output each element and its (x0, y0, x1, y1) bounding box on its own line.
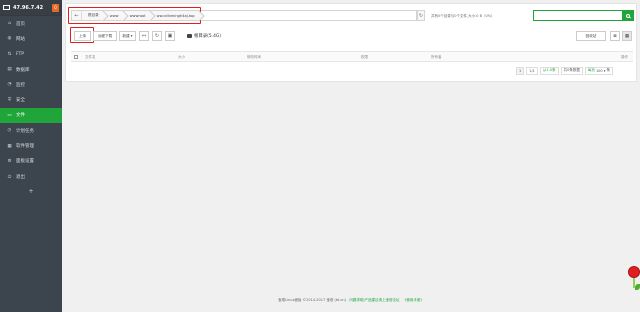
sidebar-item-4[interactable]: ◔ 监控 (0, 77, 62, 92)
back-icon[interactable]: ↤ (139, 31, 149, 41)
leaf-icon (635, 284, 640, 290)
sidebar-item-label: 文件 (16, 113, 25, 119)
notification-badge[interactable]: 0 (52, 4, 59, 12)
sidebar-item-label: 退出 (16, 174, 25, 180)
sidebar-item-7[interactable]: ◷ 计划任务 (0, 123, 62, 138)
page-range: 从1-0条 (539, 66, 559, 75)
sidebar: 47.96.7.42 0 ⌂ 首页 ◍ 网站 ⇅ FTP ▤ 数据库 ◔ 监控 ⛨ 安全 ▭ 文件 ◷ 计划任… (0, 0, 62, 312)
grid-icon: ▦ (7, 143, 12, 149)
sidebar-item-0[interactable]: ⌂ 首页 (0, 16, 62, 31)
shield-icon: ⛨ (7, 98, 12, 104)
pagination: 1 1/1 从1-0条 共0条数据 每页 100 ▾ 条 (514, 66, 614, 75)
terminal-icon[interactable]: ▣ (165, 31, 175, 41)
main-content: ← 根目录 www wwwroot ww.cdlnmingh4aj.top ↻ … (62, 0, 640, 312)
monitor-icon (3, 5, 10, 10)
home-icon: ⌂ (8, 21, 11, 27)
folder-icon: ▭ (7, 112, 12, 118)
path-input[interactable] (201, 10, 417, 21)
database-icon: ▤ (7, 67, 12, 73)
monitor-icon: ◔ (7, 82, 12, 88)
copyright: 宝塔Linux面板 ©2014-2017 宝塔 (bt.cn) (278, 298, 347, 302)
new-dropdown-button[interactable]: 新建 ▾ (119, 31, 136, 41)
add-icon[interactable]: + (0, 184, 62, 198)
select-all-checkbox[interactable] (74, 55, 78, 59)
grid-view-icon[interactable]: ▦ (622, 31, 632, 41)
server-ip: 47.96.7.42 (13, 4, 44, 11)
record-count: 共0条数据 (560, 66, 583, 75)
per-page-select[interactable]: 每页 100 ▾ 条 (584, 66, 614, 75)
sidebar-item-label: 计划任务 (16, 128, 34, 134)
footer: 宝塔Linux面板 ©2014-2017 宝塔 (bt.cn) 问题求助|产品建… (62, 298, 640, 303)
sidebar-item-label: FTP (16, 51, 24, 57)
file-manager-panel: ← 根目录 www wwwroot ww.cdlnmingh4aj.top ↻ … (65, 3, 637, 82)
sidebar-item-label: 监控 (16, 82, 25, 88)
disk-icon (187, 34, 192, 38)
sidebar-item-6[interactable]: ▭ 文件 (0, 107, 62, 124)
sidebar-item-5[interactable]: ⛨ 安全 (0, 92, 62, 107)
gear-icon: ⚙ (7, 158, 12, 164)
sidebar-item-8[interactable]: ▦ 软件管理 (0, 138, 62, 153)
search-button[interactable] (622, 10, 634, 21)
sidebar-item-3[interactable]: ▤ 数据库 (0, 62, 62, 77)
sidebar-item-9[interactable]: ⚙ 面板设置 (0, 154, 62, 169)
page-number[interactable]: 1 (516, 66, 525, 75)
page-total: 1/1 (526, 66, 538, 75)
col-permission: 权限 (361, 55, 368, 59)
sidebar-item-1[interactable]: ◍ 网站 (0, 31, 62, 46)
globe-icon: ◍ (7, 36, 12, 42)
sidebar-item-10[interactable]: ⏻ 退出 (0, 169, 62, 184)
sidebar-item-label: 网站 (16, 36, 25, 42)
sidebar-item-label: 首页 (16, 21, 25, 27)
logout-icon: ⏻ (7, 174, 12, 180)
forum-link[interactable]: 问题求助|产品建议请上宝塔论坛 (349, 298, 399, 302)
balloon-icon (628, 266, 640, 278)
recycle-bin-button[interactable]: 回收站 (576, 31, 606, 41)
sidebar-item-label: 软件管理 (16, 144, 34, 150)
sidebar-item-label: 数据库 (16, 67, 30, 73)
search-icon (626, 13, 630, 18)
manual-link[interactable]: 《使用手册》 (403, 298, 424, 302)
remote-download-button[interactable]: 远程下载 (93, 31, 117, 41)
sidebar-nav: ⌂ 首页 ◍ 网站 ⇅ FTP ▤ 数据库 ◔ 监控 ⛨ 安全 ▭ 文件 ◷ 计划任务 ▦ 软件管理 ⚙ 面板设置 ⏻ 退… (0, 16, 62, 184)
highlight-box-upload (70, 27, 94, 43)
col-modified[interactable]: 修改时间 (247, 55, 261, 60)
col-filename[interactable]: 文件名 (85, 55, 96, 60)
list-view-icon[interactable]: ≣ (610, 31, 620, 41)
server-header: 47.96.7.42 0 (0, 0, 62, 16)
sidebar-item-label: 安全 (16, 98, 25, 104)
col-actions: 操作 (621, 55, 628, 59)
directory-info: 共有0个目录与0个文件,大小:0 B（0%） (431, 14, 495, 18)
clock-icon: ◷ (7, 128, 12, 134)
table-header: 文件名 大小 修改时间 权限 所有者 操作 (71, 51, 633, 62)
disk-info[interactable]: 根目录(5.4G) (187, 33, 221, 39)
refresh-icon[interactable]: ↻ (417, 10, 425, 21)
ftp-icon: ⇅ (7, 51, 12, 57)
refresh-list-icon[interactable]: ↻ (152, 31, 162, 41)
col-owner: 所有者 (431, 55, 442, 59)
col-size[interactable]: 大小 (178, 55, 185, 60)
support-widget[interactable] (623, 262, 640, 294)
search-input[interactable] (533, 10, 623, 21)
sidebar-item-2[interactable]: ⇅ FTP (0, 47, 62, 62)
sidebar-item-label: 面板设置 (16, 159, 34, 165)
